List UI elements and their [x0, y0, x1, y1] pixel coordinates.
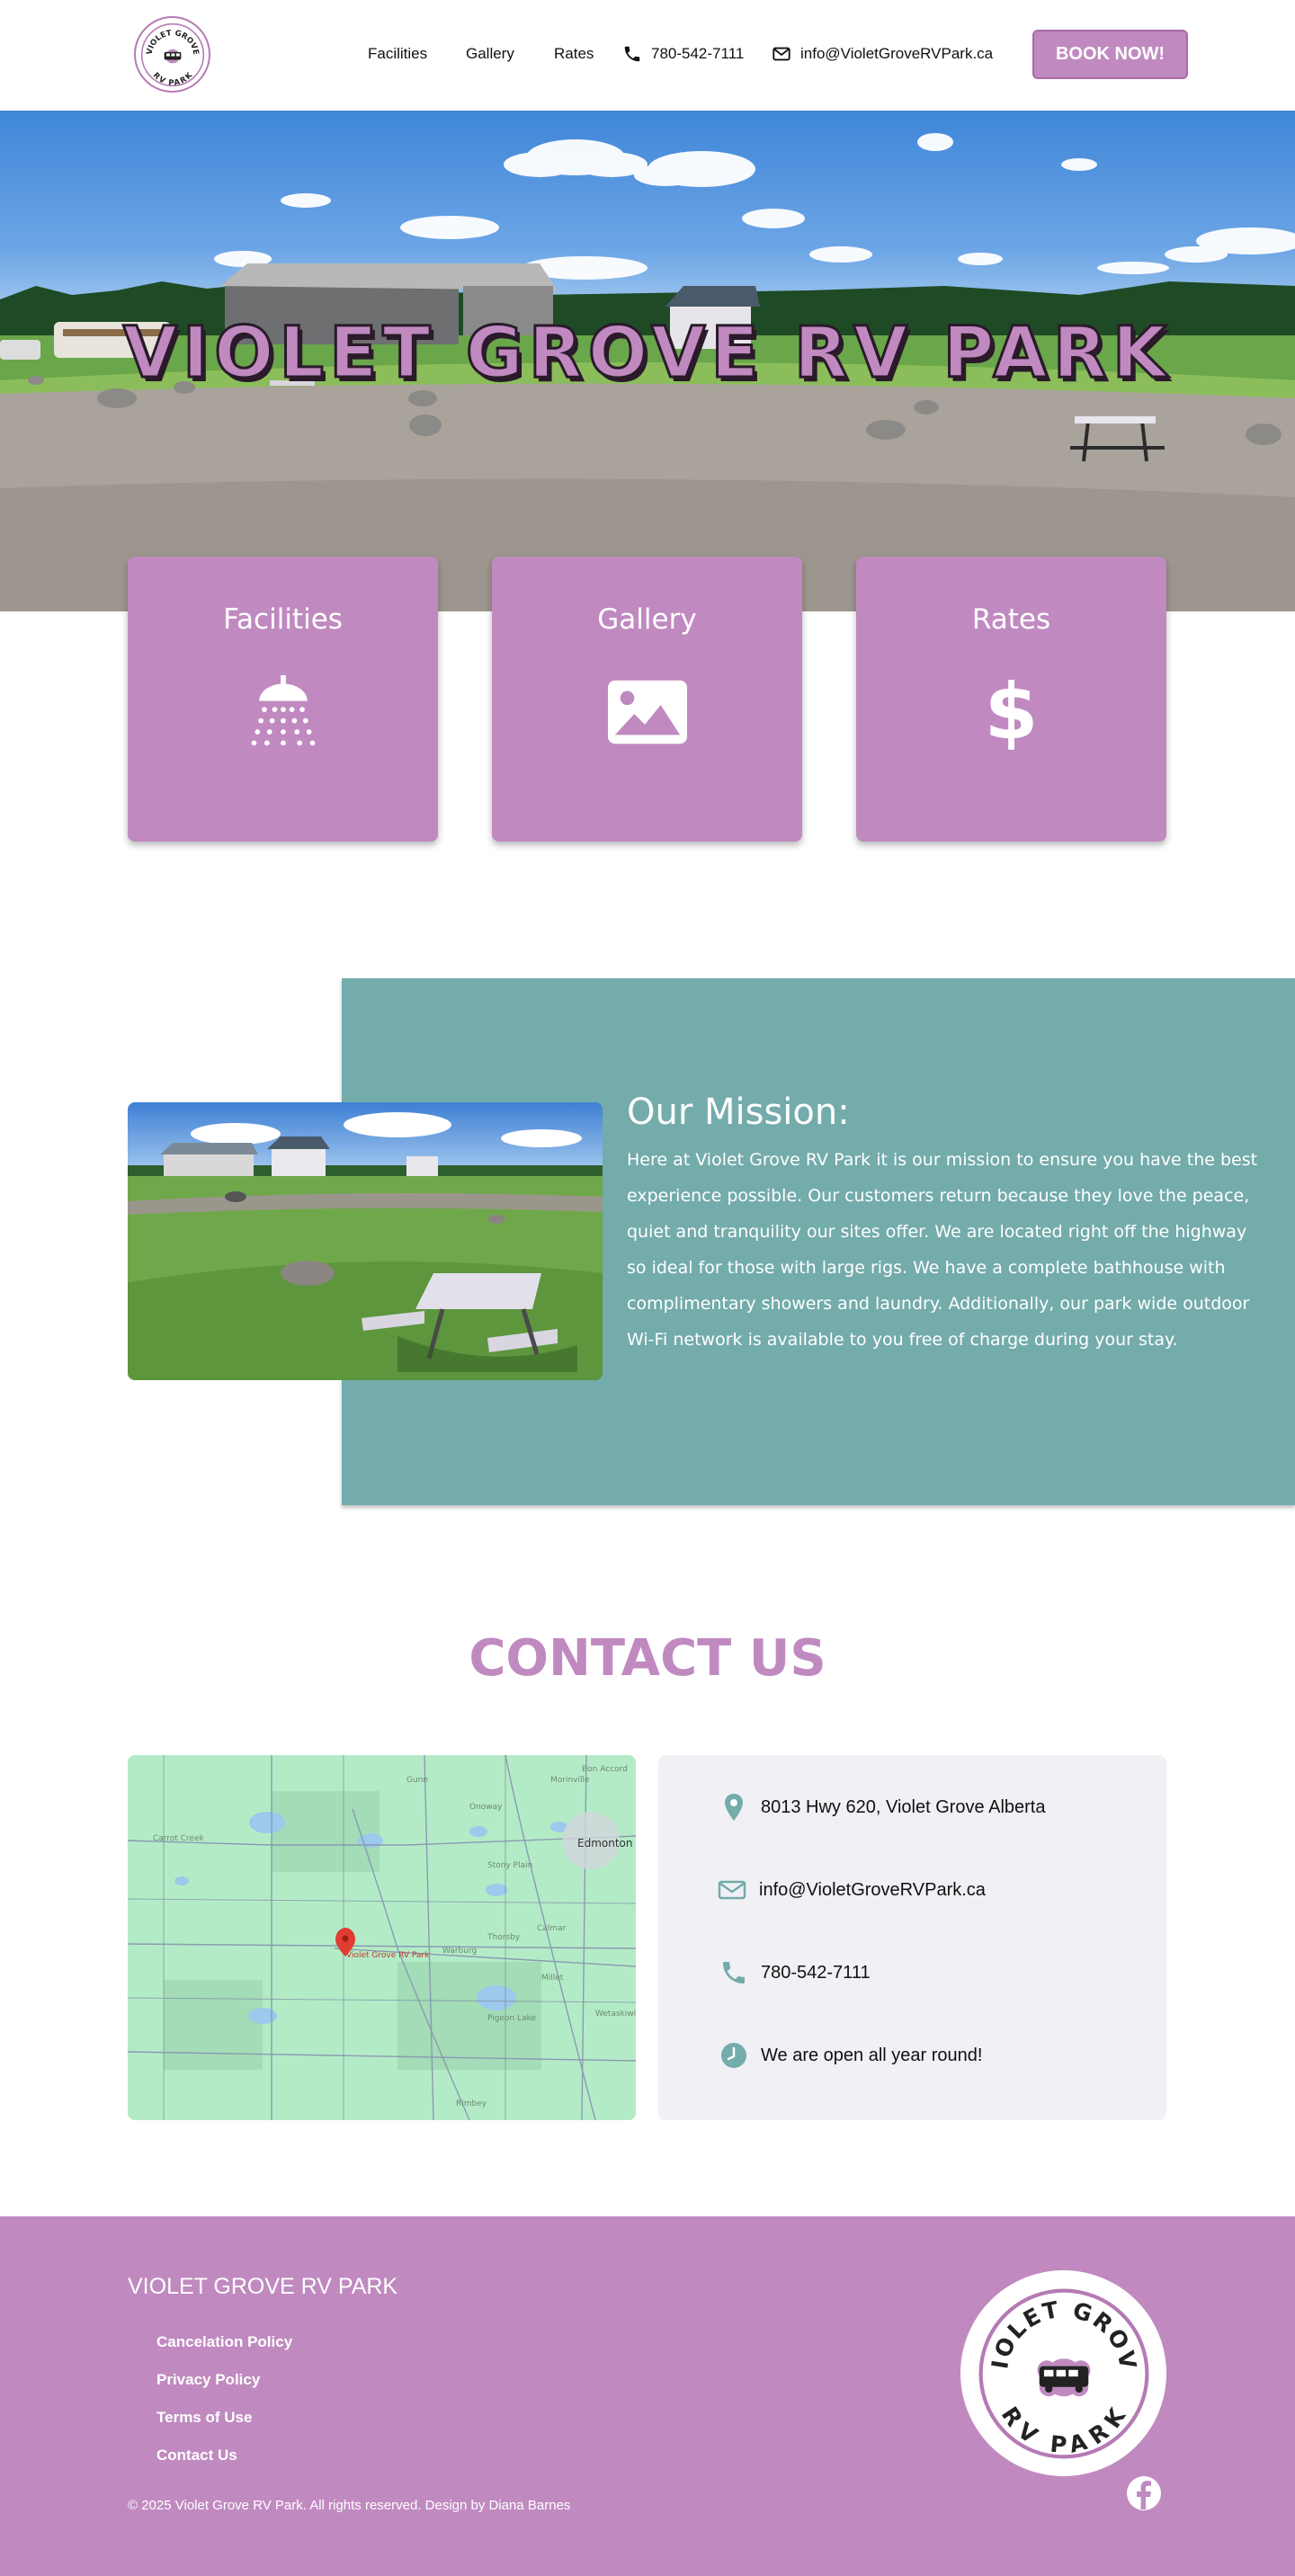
location-map[interactable]: Edmonton Violet Grove RV Park Stony Plai…	[128, 1755, 636, 2120]
mission-photo	[128, 1102, 603, 1380]
contact-address-text: 8013 Hwy 620, Violet Grove Alberta	[761, 1796, 1046, 1817]
contact-address: 8013 Hwy 620, Violet Grove Alberta	[719, 1793, 1045, 1822]
hero-title: VIOLET GROVE RV PARK	[121, 312, 1173, 396]
contact-email[interactable]: info@VioletGroveRVPark.ca	[718, 1876, 986, 1904]
phone-icon	[723, 1962, 745, 1983]
image-icon	[607, 672, 688, 753]
map-label-edmonton: Edmonton	[577, 1837, 633, 1850]
envelope-icon	[718, 1880, 746, 1900]
contact-email-text: info@VioletGroveRVPark.ca	[759, 1879, 986, 1900]
contact-phone-text: 780-542-7111	[761, 1962, 871, 1983]
map-label-calmar: Calmar	[537, 1924, 567, 1933]
footer-logo: VIOLET GROVE RV PARK	[960, 2270, 1166, 2476]
card-title-gallery: Gallery	[597, 603, 697, 636]
nav-rates[interactable]: Rates	[554, 45, 594, 63]
map-label-millet: Millet	[541, 1974, 564, 1983]
card-facilities[interactable]: Facilities	[128, 557, 438, 842]
copyright-text: © 2025 Violet Grove RV Park. All rights …	[128, 2498, 571, 2513]
header-phone-text: 780-542-7111	[651, 45, 745, 62]
map-image: Edmonton Violet Grove RV Park Stony Plai…	[128, 1755, 636, 2120]
map-label-pigeon-lake: Pigeon Lake	[487, 2014, 536, 2023]
envelope-icon	[773, 47, 790, 61]
facebook-icon[interactable]	[1126, 2475, 1162, 2511]
map-label-thorsby: Thorsby	[487, 1933, 521, 1942]
contact-phone[interactable]: 780-542-7111	[719, 1958, 871, 1987]
svg-text:RV PARK: RV PARK	[996, 2402, 1130, 2458]
picnic-table-photo	[128, 1102, 603, 1380]
map-label-warburg: Warburg	[442, 1947, 477, 1956]
book-now-button[interactable]: BOOK NOW!	[1032, 30, 1188, 79]
contact-hours: We are open all year round!	[719, 2041, 982, 2070]
map-label-rimbey: Rimbey	[456, 2099, 487, 2108]
contact-title: CONTACT US	[469, 1629, 826, 1688]
dollar-icon: $	[984, 667, 1039, 757]
card-gallery[interactable]: Gallery	[492, 557, 802, 842]
header-logo[interactable]: VIOLET GROVE RV PARK	[134, 16, 210, 93]
footer-link-privacy[interactable]: Privacy Policy	[156, 2371, 260, 2389]
shower-icon	[243, 672, 324, 753]
location-pin-icon	[725, 1794, 743, 1821]
hero-banner: VIOLET GROVE RV PARK	[0, 111, 1295, 611]
header-email-text: info@VioletGroveRVPark.ca	[800, 45, 994, 62]
map-label-park: Violet Grove RV Park	[346, 1951, 430, 1960]
mission-text: Here at Violet Grove RV Park it is our m…	[627, 1150, 1258, 1350]
footer-link-cancelation[interactable]: Cancelation Policy	[156, 2333, 292, 2351]
footer-logo-bottom-text: RV PARK	[996, 2402, 1129, 2458]
map-label-onoway: Onoway	[469, 1803, 503, 1812]
map-label-wetaskiwin: Wetaskiwin	[595, 2010, 636, 2019]
logo-emblem-icon: VIOLET GROVE RV PARK	[140, 22, 204, 87]
svg-text:RV PARK: RV PARK	[150, 70, 194, 87]
card-title-facilities: Facilities	[223, 603, 343, 636]
footer-brand: VIOLET GROVE RV PARK	[128, 2274, 398, 2299]
contact-hours-text: We are open all year round!	[761, 2045, 983, 2065]
map-label-carrot-creek: Carrot Creek	[153, 1834, 205, 1843]
map-label-bon-accord: Bon Accord	[582, 1765, 628, 1774]
clock-icon	[721, 2043, 746, 2068]
header-email[interactable]: info@VioletGroveRVPark.ca	[772, 44, 993, 64]
header-phone[interactable]: 780-542-7111	[622, 44, 744, 64]
map-label-stony-plain: Stony Plain	[487, 1861, 532, 1870]
nav-facilities[interactable]: Facilities	[368, 45, 427, 63]
site-header: VIOLET GROVE RV PARK Facilities Gallery …	[0, 0, 1295, 111]
site-footer: VIOLET GROVE RV PARK Cancelation Policy …	[0, 2216, 1295, 2576]
phone-icon	[624, 46, 640, 62]
map-label-morinville: Morinville	[550, 1776, 590, 1785]
logo-emblem-icon: VIOLET GROVE RV PARK	[969, 2279, 1148, 2458]
nav-gallery[interactable]: Gallery	[466, 45, 514, 63]
card-rates[interactable]: Rates $	[856, 557, 1166, 842]
footer-link-contact[interactable]: Contact Us	[156, 2447, 237, 2465]
mission-title: Our Mission:	[627, 1092, 850, 1133]
card-title-rates: Rates	[971, 603, 1051, 636]
footer-link-terms[interactable]: Terms of Use	[156, 2409, 252, 2427]
contact-info-panel: 8013 Hwy 620, Violet Grove Alberta info@…	[658, 1755, 1166, 2120]
map-label-gunn: Gunn	[406, 1776, 428, 1785]
logo-bottom-text: RV PARK	[150, 70, 194, 87]
